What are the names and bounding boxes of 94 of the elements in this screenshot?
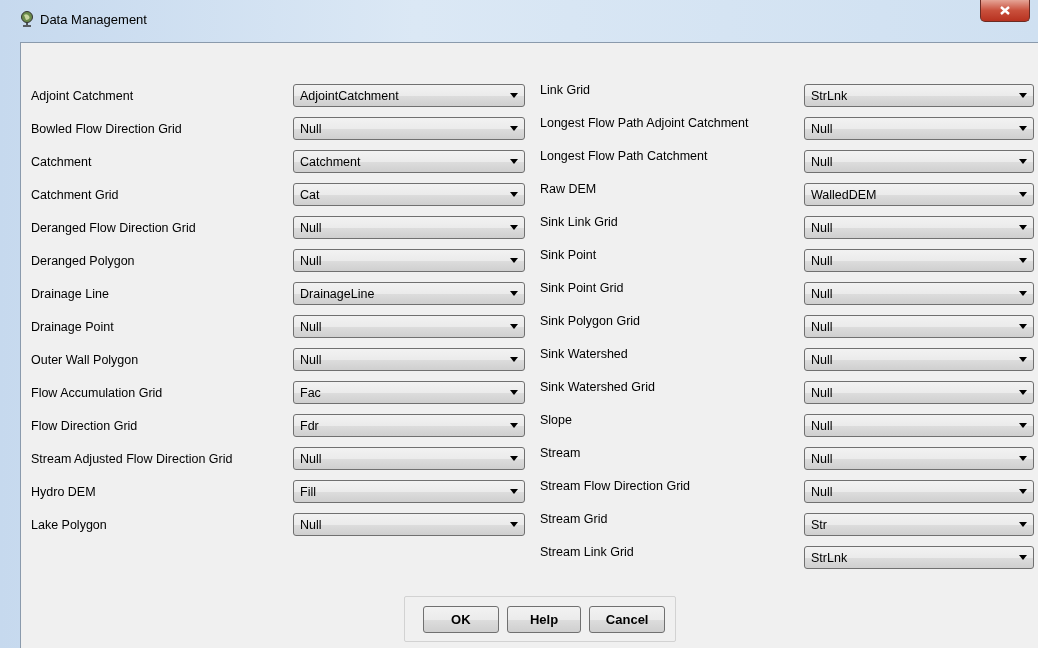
dropdown-arrow-icon <box>1019 555 1027 560</box>
dropdown-arrow-icon <box>1019 126 1027 131</box>
field-label: Catchment <box>31 154 93 169</box>
close-button[interactable] <box>980 0 1030 22</box>
field-label: Sink Polygon Grid <box>540 313 642 328</box>
dropdown-arrow-icon <box>510 258 518 263</box>
field-label: Stream Adjusted Flow Direction Grid <box>31 451 234 466</box>
dropdown-arrow-icon <box>510 192 518 197</box>
dropdown-arrow-icon <box>1019 93 1027 98</box>
dropdown[interactable]: Null <box>804 150 1034 173</box>
dropdown-arrow-icon <box>1019 423 1027 428</box>
dropdown[interactable]: Null <box>804 117 1034 140</box>
field-label: Deranged Polygon <box>31 253 136 268</box>
dropdown-arrow-icon <box>1019 390 1027 395</box>
dropdown-arrow-icon <box>510 489 518 494</box>
dropdown-arrow-icon <box>510 522 518 527</box>
dropdown[interactable]: Cat <box>293 183 525 206</box>
dropdown[interactable]: Null <box>293 513 525 536</box>
close-icon <box>1000 6 1010 15</box>
dialog-button[interactable]: Cancel <box>589 605 665 633</box>
field-label: Stream <box>540 445 582 460</box>
field-label: Longest Flow Path Catchment <box>540 148 709 163</box>
field-label: Sink Point <box>540 247 598 262</box>
dropdown-arrow-icon <box>510 324 518 329</box>
dropdown[interactable]: DrainageLine <box>293 282 525 305</box>
dropdown[interactable]: Null <box>293 249 525 272</box>
field-label: Adjoint Catchment <box>31 88 135 103</box>
dropdown[interactable]: StrLnk <box>804 84 1034 107</box>
dropdown-arrow-icon <box>510 357 518 362</box>
dropdown[interactable]: WalledDEM <box>804 183 1034 206</box>
field-label: Raw DEM <box>540 181 598 196</box>
field-label: Deranged Flow Direction Grid <box>31 220 197 235</box>
field-label: Sink Watershed Grid <box>540 379 656 394</box>
dropdown-arrow-icon <box>1019 357 1027 362</box>
field-label: Outer Wall Polygon <box>31 352 140 367</box>
dropdown[interactable]: Null <box>804 315 1034 338</box>
dropdown-arrow-icon <box>1019 291 1027 296</box>
dropdown-arrow-icon <box>510 126 518 131</box>
dropdown[interactable]: Null <box>293 117 525 140</box>
dropdown-arrow-icon <box>510 93 518 98</box>
dropdown-arrow-icon <box>510 159 518 164</box>
dropdown[interactable]: Null <box>804 447 1034 470</box>
field-label: Stream Grid <box>540 511 609 526</box>
dropdown-arrow-icon <box>510 423 518 428</box>
dropdown[interactable]: Fill <box>293 480 525 503</box>
field-label: Link Grid <box>540 82 592 97</box>
dropdown[interactable]: Null <box>804 282 1034 305</box>
dropdown-arrow-icon <box>1019 159 1027 164</box>
field-label: Catchment Grid <box>31 187 120 202</box>
dropdown-arrow-icon <box>1019 324 1027 329</box>
dialog-button[interactable]: Help <box>506 605 582 633</box>
dropdown[interactable]: StrLnk <box>804 546 1034 569</box>
dropdown[interactable]: Fac <box>293 381 525 404</box>
dropdown-arrow-icon <box>1019 192 1027 197</box>
dropdown[interactable]: Str <box>804 513 1034 536</box>
dropdown-arrow-icon <box>510 390 518 395</box>
dropdown[interactable]: Catchment <box>293 150 525 173</box>
dropdown-arrow-icon <box>1019 225 1027 230</box>
window-title: Data Management <box>40 11 147 27</box>
dropdown-arrow-icon <box>1019 258 1027 263</box>
field-label: Flow Direction Grid <box>31 418 139 433</box>
field-label: Sink Watershed <box>540 346 629 361</box>
dropdown-arrow-icon <box>1019 489 1027 494</box>
dropdown[interactable]: Null <box>293 315 525 338</box>
dropdown[interactable]: Null <box>804 348 1034 371</box>
field-label: Longest Flow Path Adjoint Catchment <box>540 115 750 130</box>
globe-icon <box>20 11 34 27</box>
dropdown[interactable]: Null <box>293 216 525 239</box>
field-label: Flow Accumulation Grid <box>31 385 164 400</box>
dropdown-arrow-icon <box>1019 522 1027 527</box>
field-label: Stream Flow Direction Grid <box>540 478 692 493</box>
dropdown-arrow-icon <box>1019 456 1027 461</box>
dialog-button[interactable]: OK <box>423 605 499 633</box>
field-label: Sink Link Grid <box>540 214 619 229</box>
dropdown[interactable]: Fdr <box>293 414 525 437</box>
dropdown[interactable]: Null <box>293 348 525 371</box>
field-label: Sink Point Grid <box>540 280 625 295</box>
field-label: Drainage Point <box>31 319 115 334</box>
field-label: Stream Link Grid <box>540 544 635 559</box>
field-label: Hydro DEM <box>31 484 97 499</box>
dropdown[interactable]: AdjointCatchment <box>293 84 525 107</box>
dropdown[interactable]: Null <box>804 216 1034 239</box>
dropdown-arrow-icon <box>510 456 518 461</box>
field-label: Bowled Flow Direction Grid <box>31 121 183 136</box>
field-label: Lake Polygon <box>31 517 108 532</box>
dropdown[interactable]: Null <box>804 381 1034 404</box>
dropdown-arrow-icon <box>510 225 518 230</box>
dropdown-arrow-icon <box>510 291 518 296</box>
field-label: Drainage Line <box>31 286 110 301</box>
dropdown[interactable]: Null <box>293 447 525 470</box>
dropdown[interactable]: Null <box>804 480 1034 503</box>
dropdown[interactable]: Null <box>804 414 1034 437</box>
field-label: Slope <box>540 412 573 427</box>
dropdown[interactable]: Null <box>804 249 1034 272</box>
